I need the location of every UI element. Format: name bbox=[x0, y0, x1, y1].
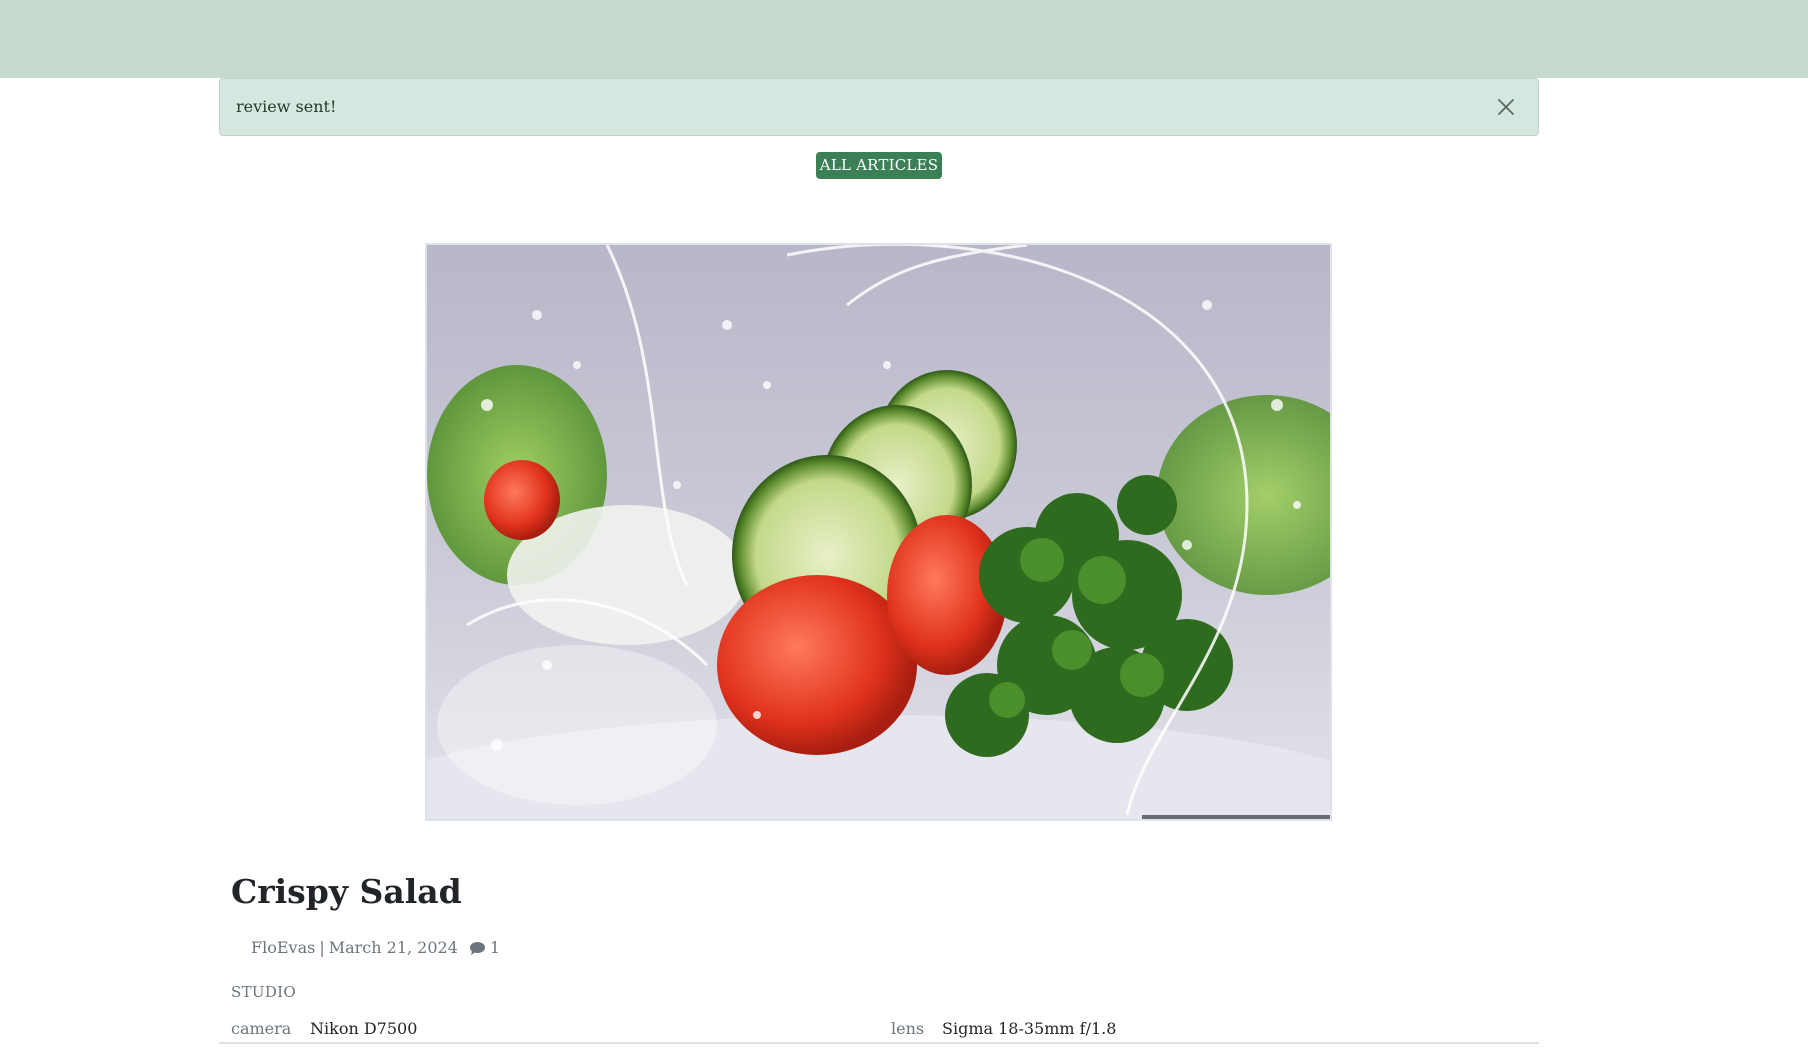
publish-date: March 21, 2024 bbox=[328, 938, 458, 957]
spec-value-lens: Sigma 18-35mm f/1.8 bbox=[942, 1019, 1117, 1038]
article-meta: FloEvas | March 21, 2024 1 bbox=[251, 938, 500, 958]
success-alert: review sent! bbox=[219, 78, 1539, 136]
all-articles-button[interactable]: ALL ARTICLES bbox=[816, 152, 942, 179]
spec-value-camera: Nikon D7500 bbox=[310, 1019, 418, 1038]
spec-label-lens: lens bbox=[891, 1019, 925, 1038]
top-navbar bbox=[0, 0, 1808, 78]
specs-row: camera Nikon D7500 lens Sigma 18-35mm f/… bbox=[219, 1010, 1539, 1044]
author-link[interactable]: FloEvas bbox=[251, 938, 315, 958]
meta-separator: | bbox=[319, 938, 325, 957]
spec-label-camera: camera bbox=[231, 1019, 292, 1038]
comment-count[interactable]: 1 bbox=[490, 938, 500, 958]
article-title: Crispy Salad bbox=[231, 872, 462, 911]
category-label: STUDIO bbox=[231, 983, 296, 1001]
comment-icon[interactable] bbox=[469, 941, 486, 956]
article-image bbox=[425, 243, 1332, 821]
close-icon[interactable] bbox=[1494, 95, 1518, 119]
alert-message: review sent! bbox=[236, 97, 337, 116]
